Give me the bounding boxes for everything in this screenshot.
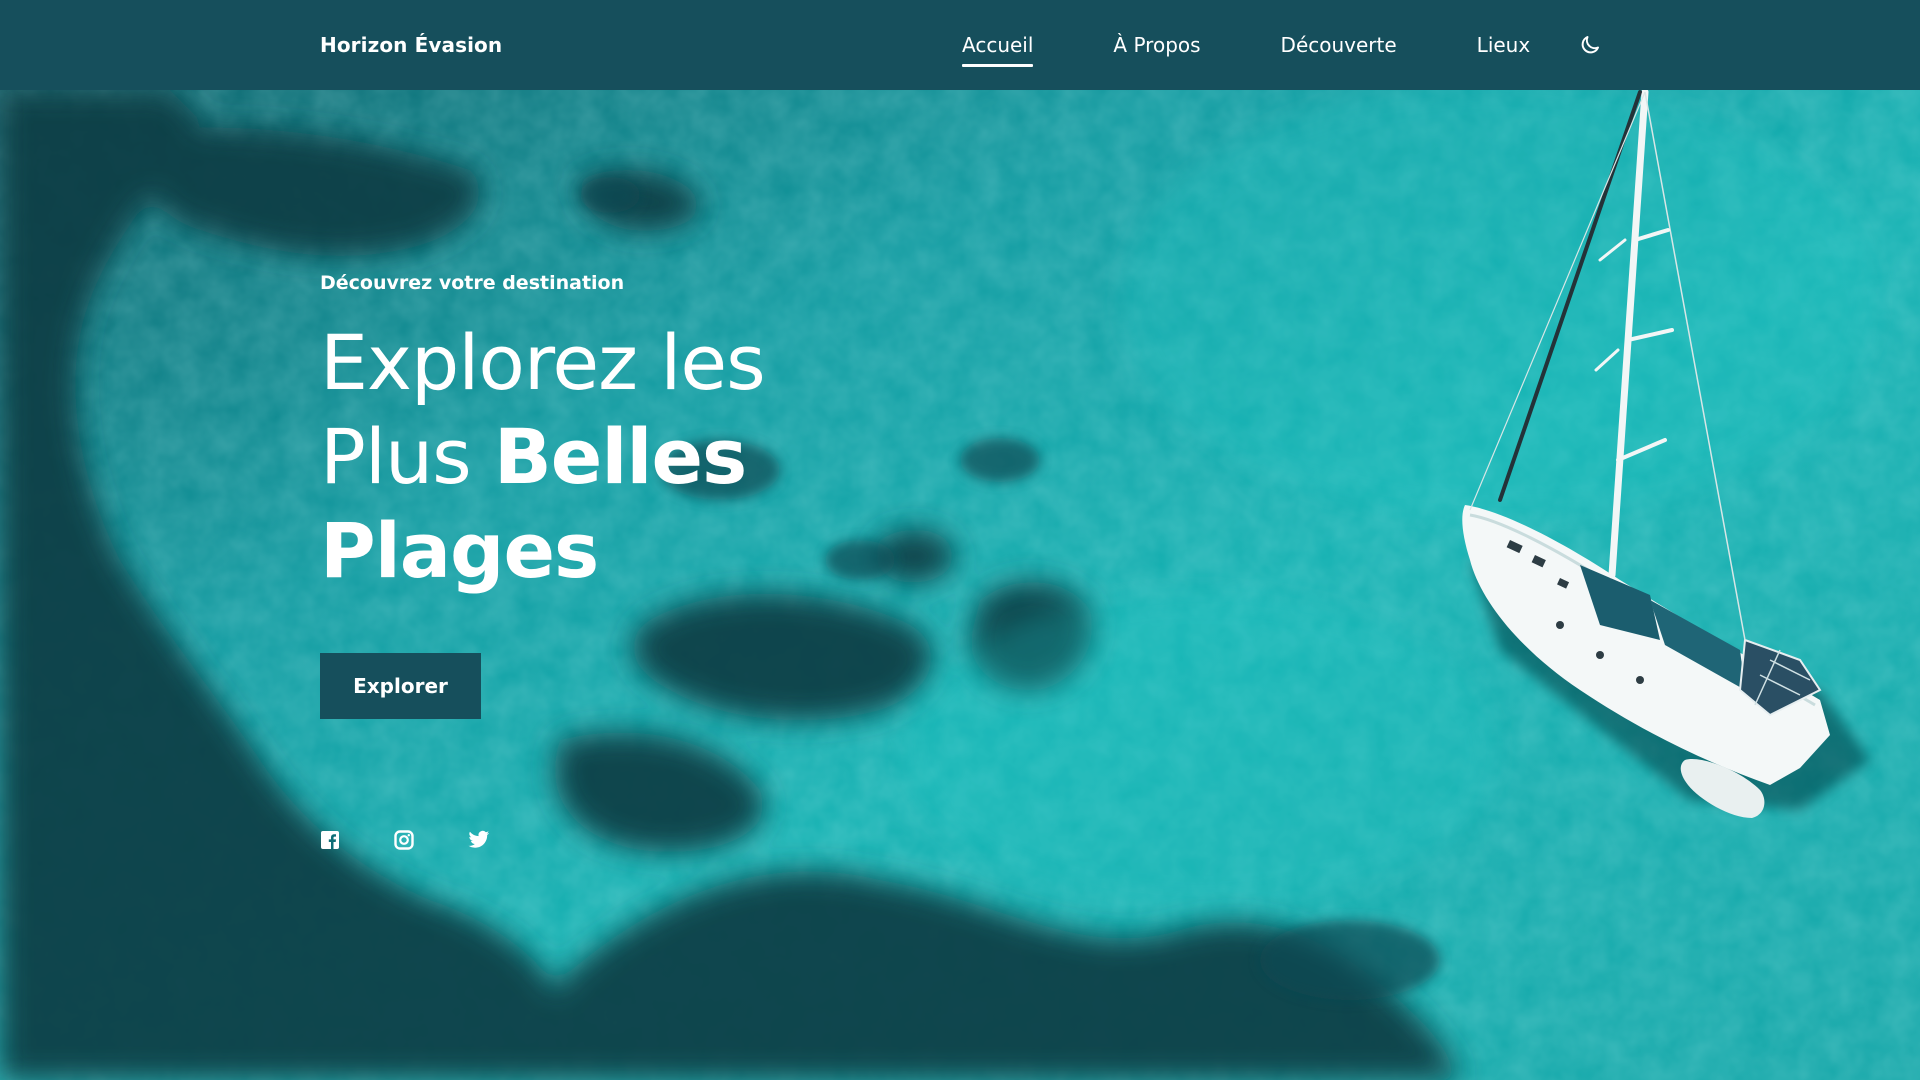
moon-icon bbox=[1581, 36, 1599, 54]
hero-title-line-1: Explorez les bbox=[320, 318, 766, 407]
brand-logo-text[interactable]: Horizon Évasion bbox=[320, 31, 502, 59]
hero-title-line-2: Plus Belles bbox=[320, 410, 765, 504]
nav-item-accueil[interactable]: Accueil bbox=[962, 31, 1034, 67]
hero-subtitle: Découvrez votre destination bbox=[320, 272, 625, 294]
twitter-link[interactable] bbox=[468, 830, 490, 850]
hero-background-image bbox=[0, 0, 1920, 1080]
hero-title-line-2-bold: Belles bbox=[493, 412, 747, 501]
social-links bbox=[320, 830, 542, 850]
site-header: Horizon Évasion Accueil À Propos Découve… bbox=[0, 0, 1920, 90]
hero-section: Découvrez votre destination Explorez les… bbox=[320, 270, 766, 850]
nav-item-lieux[interactable]: Lieux bbox=[1477, 31, 1531, 59]
facebook-link[interactable] bbox=[320, 830, 340, 850]
nav-item-decouverte[interactable]: Découverte bbox=[1281, 31, 1397, 59]
facebook-icon bbox=[321, 831, 339, 849]
twitter-icon bbox=[468, 830, 490, 848]
page: Horizon Évasion Accueil À Propos Découve… bbox=[0, 0, 1920, 1080]
theme-toggle-button[interactable] bbox=[1578, 33, 1602, 57]
main-nav: Accueil À Propos Découverte Lieux bbox=[962, 0, 1610, 90]
hero-title-line-2-light: Plus bbox=[320, 412, 494, 501]
instagram-icon bbox=[394, 830, 414, 850]
hero-title-line-3: Plages bbox=[320, 506, 599, 595]
nav-item-a-propos[interactable]: À Propos bbox=[1113, 31, 1200, 59]
hero-title: Explorez les Plus Belles Plages bbox=[320, 316, 766, 598]
explore-button[interactable]: Explorer bbox=[320, 653, 481, 719]
instagram-link[interactable] bbox=[394, 830, 414, 850]
